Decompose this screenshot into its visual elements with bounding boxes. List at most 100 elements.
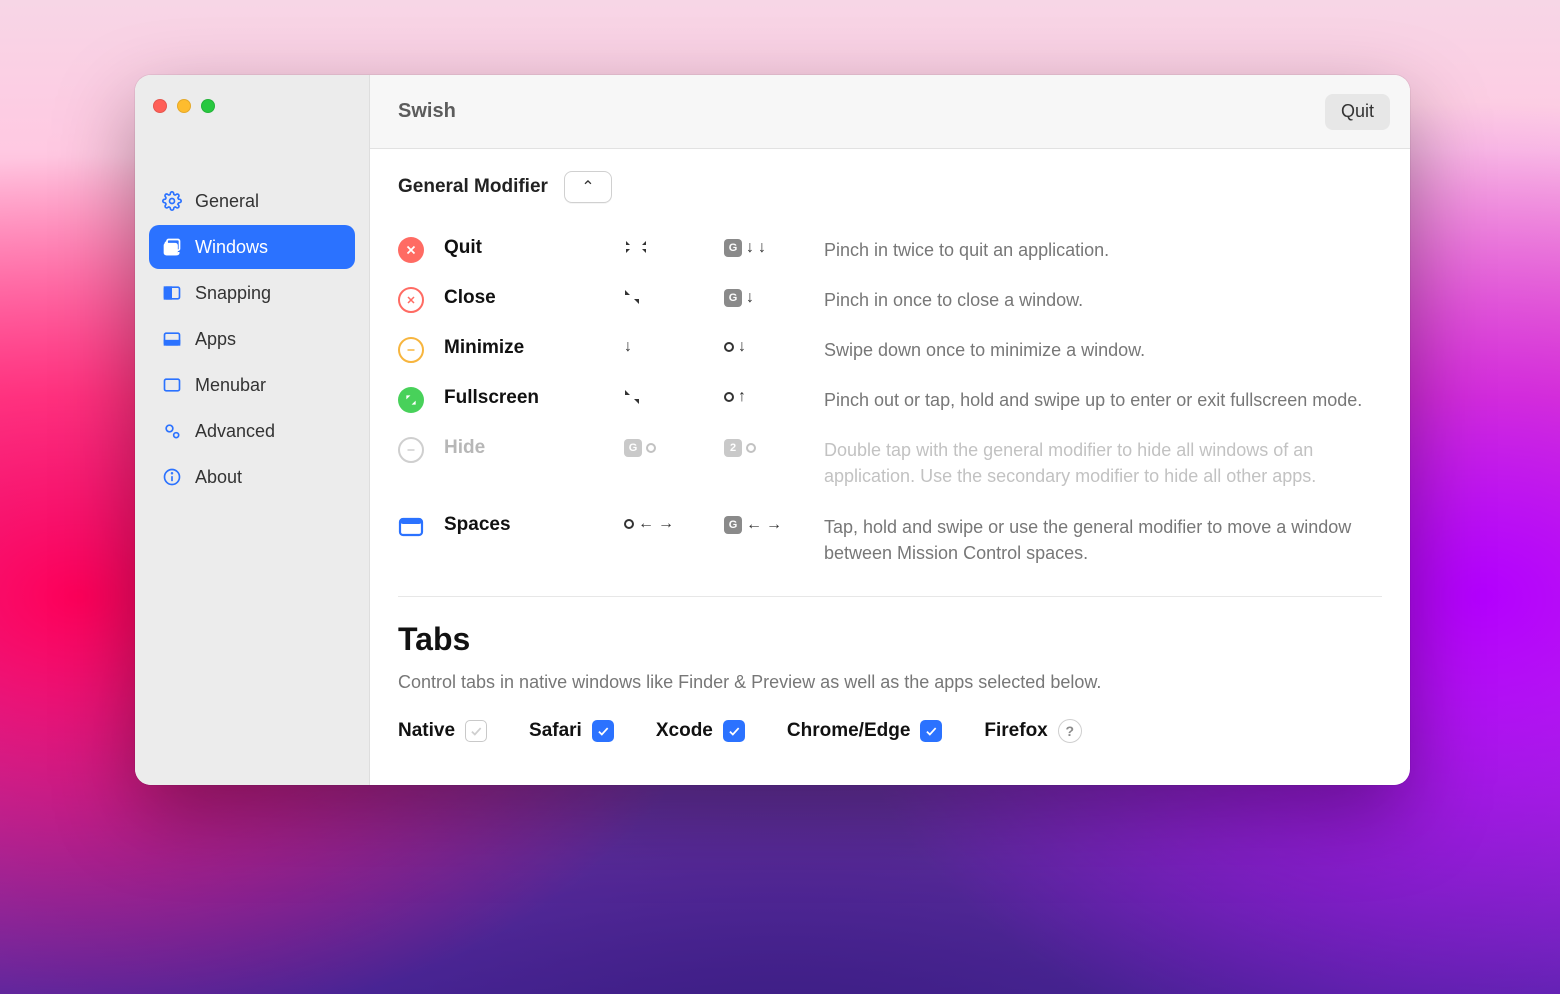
hide-status-icon[interactable]	[398, 437, 424, 463]
pinch-out-icon	[624, 389, 640, 405]
sidebar-nav: General Windows Snapping	[149, 179, 355, 499]
general-modifier-row: General Modifier ⌃	[398, 171, 1382, 203]
sidebar-item-about[interactable]: About	[149, 455, 355, 499]
main-panel: Swish Quit General Modifier ⌃	[370, 75, 1410, 785]
gesture-secondary: ↓	[724, 337, 814, 355]
g-badge: G	[724, 289, 742, 307]
section-divider	[398, 596, 1382, 597]
gears-icon	[161, 420, 183, 442]
native-checkbox-locked	[465, 720, 487, 742]
pinch-in-twice-icon	[624, 239, 648, 255]
minimize-status-icon[interactable]	[398, 337, 424, 363]
content-area: General Modifier ⌃ Quit	[370, 149, 1410, 785]
sidebar-item-label: Menubar	[195, 375, 266, 396]
info-icon	[161, 466, 183, 488]
action-name: Minimize	[444, 337, 614, 359]
quit-button[interactable]: Quit	[1325, 94, 1390, 130]
gesture-primary: ↓	[624, 337, 714, 355]
gesture-secondary: ↑	[724, 387, 814, 405]
g-badge: G	[724, 516, 742, 534]
actions-list: Quit G ↓ ↓ Pinch in twice to quit an app…	[398, 225, 1382, 578]
action-description: Swipe down once to minimize a window.	[824, 337, 1382, 363]
action-row-minimize: Minimize ↓ ↓ Swipe down once to minimize…	[398, 325, 1382, 375]
safari-checkbox[interactable]	[592, 720, 614, 742]
action-description: Tap, hold and swipe or use the general m…	[824, 514, 1382, 566]
arrow-up-icon: ↑	[738, 389, 746, 405]
tap-hold-icon	[724, 392, 734, 402]
close-window-button[interactable]	[153, 99, 167, 113]
sidebar-item-general[interactable]: General	[149, 179, 355, 223]
arrow-right-icon: →	[658, 516, 674, 532]
option-label: Native	[398, 720, 455, 742]
option-label: Chrome/Edge	[787, 720, 911, 742]
sidebar-item-windows[interactable]: Windows	[149, 225, 355, 269]
gesture-primary	[624, 287, 714, 305]
zoom-window-button[interactable]	[201, 99, 215, 113]
action-name: Close	[444, 287, 614, 309]
arrow-right-icon: →	[766, 517, 782, 533]
gesture-secondary: 2	[724, 437, 814, 457]
action-row-quit: Quit G ↓ ↓ Pinch in twice to quit an app…	[398, 225, 1382, 275]
g-badge: G	[724, 239, 742, 257]
action-row-fullscreen: Fullscreen ↑ Pinch out or tap, hold and …	[398, 375, 1382, 425]
sidebar-item-label: About	[195, 467, 242, 488]
action-name: Fullscreen	[444, 387, 614, 409]
quit-status-icon[interactable]	[398, 237, 424, 263]
arrow-down-icon: ↓	[746, 290, 754, 306]
arrow-down-icon: ↓	[624, 339, 632, 355]
tabs-options-row: Native Safari Xcode	[398, 719, 1382, 743]
gesture-secondary: G ↓	[724, 287, 814, 307]
arrow-down-icon: ↓	[758, 240, 766, 256]
general-modifier-selector[interactable]: ⌃	[564, 171, 612, 203]
menubar-icon	[161, 374, 183, 396]
tap-hold-icon	[624, 519, 634, 529]
sidebar-item-snapping[interactable]: Snapping	[149, 271, 355, 315]
sidebar-item-label: Windows	[195, 237, 268, 258]
action-row-close: Close G ↓ Pinch in once to close a windo…	[398, 275, 1382, 325]
spaces-status-icon[interactable]	[398, 514, 424, 540]
gesture-primary	[624, 237, 714, 255]
sidebar: General Windows Snapping	[135, 75, 370, 785]
chrome-edge-checkbox[interactable]	[920, 720, 942, 742]
arrow-down-icon: ↓	[738, 339, 746, 355]
xcode-checkbox[interactable]	[723, 720, 745, 742]
sidebar-item-menubar[interactable]: Menubar	[149, 363, 355, 407]
tap-icon	[746, 443, 756, 453]
action-name: Hide	[444, 437, 614, 459]
action-name: Spaces	[444, 514, 614, 536]
option-label: Safari	[529, 720, 582, 742]
sidebar-item-label: Apps	[195, 329, 236, 350]
snapping-icon	[161, 282, 183, 304]
action-name: Quit	[444, 237, 614, 259]
tabs-option-xcode: Xcode	[656, 720, 745, 742]
close-status-icon[interactable]	[398, 287, 424, 313]
fullscreen-status-icon[interactable]	[398, 387, 424, 413]
gesture-secondary: G ← →	[724, 514, 814, 534]
gesture-primary: ← →	[624, 514, 714, 532]
minimize-window-button[interactable]	[177, 99, 191, 113]
option-label: Firefox	[984, 720, 1047, 742]
tabs-option-native: Native	[398, 720, 487, 742]
two-badge: 2	[724, 439, 742, 457]
gesture-primary	[624, 387, 714, 405]
sidebar-item-label: Snapping	[195, 283, 271, 304]
action-description: Pinch in once to close a window.	[824, 287, 1382, 313]
action-description: Pinch out or tap, hold and swipe up to e…	[824, 387, 1382, 413]
toolbar: Swish Quit	[370, 75, 1410, 149]
desktop-wallpaper: General Windows Snapping	[0, 0, 1560, 994]
gesture-primary: G	[624, 437, 714, 457]
app-title: Swish	[398, 100, 456, 123]
firefox-help-button[interactable]: ?	[1058, 719, 1082, 743]
action-row-spaces: Spaces ← → G ← → Tap, hold and swipe or …	[398, 502, 1382, 578]
action-description: Double tap with the general modifier to …	[824, 437, 1382, 489]
arrow-down-icon: ↓	[746, 240, 754, 256]
sidebar-item-label: General	[195, 191, 259, 212]
tap-hold-icon	[724, 342, 734, 352]
sidebar-item-apps[interactable]: Apps	[149, 317, 355, 361]
sidebar-item-label: Advanced	[195, 421, 275, 442]
app-window: General Windows Snapping	[135, 75, 1410, 785]
general-modifier-label: General Modifier	[398, 176, 548, 198]
sidebar-item-advanced[interactable]: Advanced	[149, 409, 355, 453]
tabs-description: Control tabs in native windows like Find…	[398, 672, 1382, 693]
gear-icon	[161, 190, 183, 212]
